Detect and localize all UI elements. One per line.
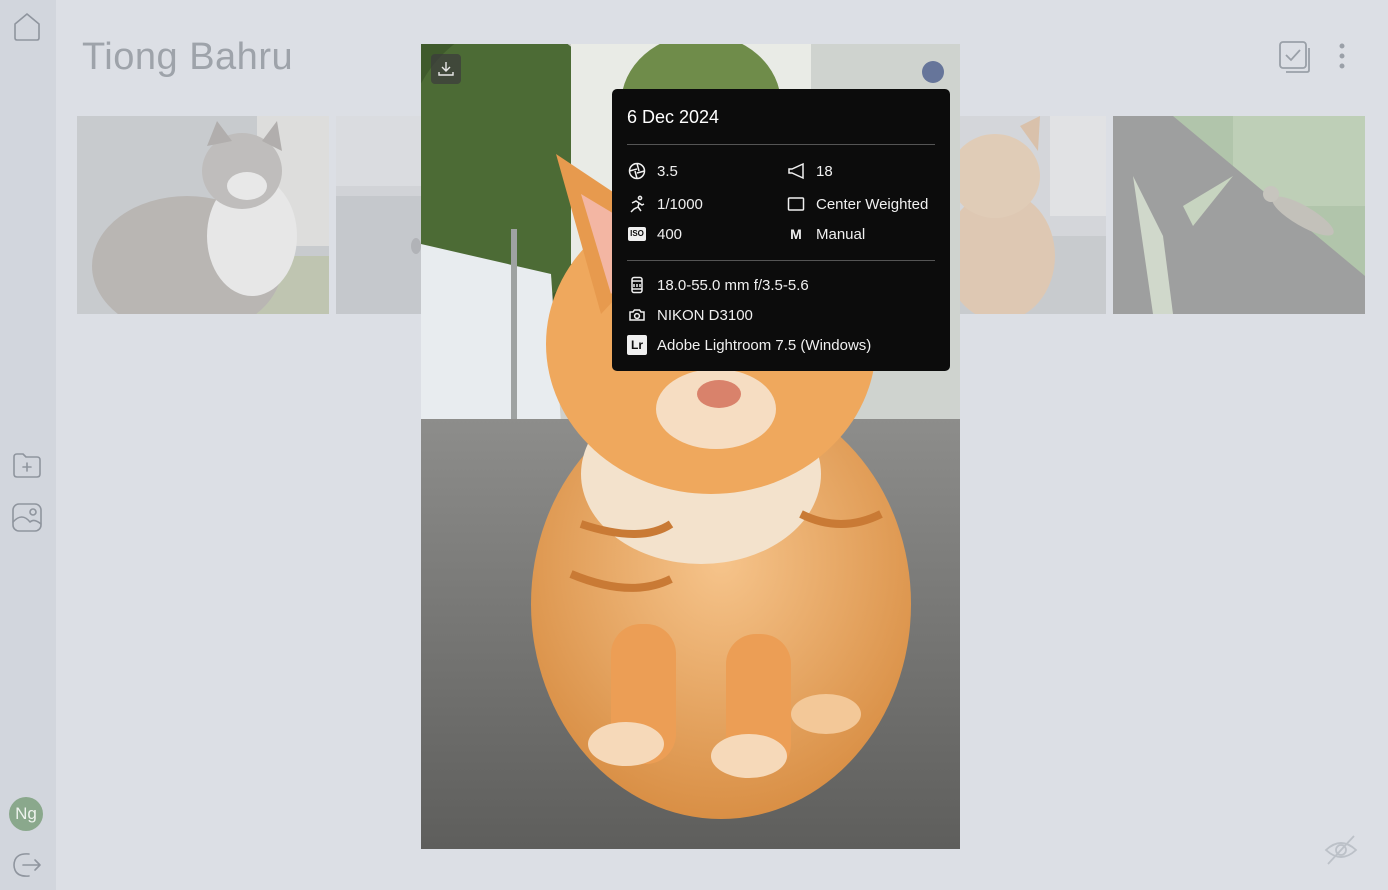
lens-value: 18.0-55.0 mm f/3.5-5.6 xyxy=(657,276,809,294)
sidebar: Ng xyxy=(0,0,56,890)
running-icon xyxy=(627,194,647,214)
focal-length-icon xyxy=(786,161,806,181)
iso-icon: ISO xyxy=(627,224,647,244)
select-button[interactable] xyxy=(1278,40,1312,79)
hide-button[interactable] xyxy=(1324,834,1358,871)
focal-length-value: 18 xyxy=(816,162,833,180)
page-title: Tiong Bahru xyxy=(82,36,294,78)
iso-value: 400 xyxy=(657,225,683,243)
select-checkbox-icon xyxy=(1279,41,1310,73)
lightroom-icon: Lr xyxy=(627,335,647,355)
software-value: Adobe Lightroom 7.5 (Windows) xyxy=(657,336,872,354)
camera-icon xyxy=(627,305,647,325)
eye-off-icon xyxy=(1324,835,1358,865)
divider xyxy=(627,144,935,145)
home-icon xyxy=(14,13,40,41)
aperture-icon xyxy=(627,161,647,181)
street-photo xyxy=(336,116,421,314)
metering-icon xyxy=(786,194,806,214)
download-button[interactable] xyxy=(431,54,461,84)
download-icon xyxy=(438,62,454,76)
more-vertical-icon xyxy=(1339,43,1345,69)
photo-date: 6 Dec 2024 xyxy=(627,107,720,127)
gallery-button[interactable] xyxy=(8,498,46,536)
camera-row: NIKON D3100 xyxy=(627,305,753,325)
metering-value: Center Weighted xyxy=(816,195,929,213)
photo-thumbnail[interactable] xyxy=(336,116,421,314)
exposure-mode-row: M Manual xyxy=(786,224,865,244)
info-toggle-button[interactable] xyxy=(922,61,944,83)
iso-row: ISO 400 xyxy=(627,224,682,244)
mode-icon: M xyxy=(790,226,802,242)
folder-plus-icon xyxy=(13,453,41,478)
new-album-button[interactable] xyxy=(8,446,46,484)
aperture-row: 3.5 xyxy=(627,161,678,181)
exposure-mode-value: Manual xyxy=(816,225,866,243)
photo-thumbnail[interactable] xyxy=(77,116,329,314)
lizard-photo xyxy=(1113,116,1365,314)
photo-thumbnail[interactable] xyxy=(1113,116,1365,314)
avatar-initials: Ng xyxy=(15,804,37,823)
logout-icon xyxy=(13,853,41,877)
home-button[interactable] xyxy=(8,8,46,46)
divider xyxy=(627,260,935,261)
shutter-row: 1/1000 xyxy=(627,194,703,214)
exif-info-panel: 6 Dec 2024 3.5 18 1/1000 Center Weighted… xyxy=(612,89,950,371)
grey-cat-photo xyxy=(77,116,329,314)
software-row: Lr Adobe Lightroom 7.5 (Windows) xyxy=(627,335,871,355)
camera-value: NIKON D3100 xyxy=(657,306,753,324)
avatar[interactable]: Ng xyxy=(9,797,43,831)
lens-row: 18.0-55.0 mm f/3.5-5.6 xyxy=(627,275,809,295)
photo-thumbnail[interactable] xyxy=(960,116,1106,314)
logout-button[interactable] xyxy=(8,846,46,884)
ginger-cat-photo xyxy=(960,116,1106,314)
focal-length-row: 18 xyxy=(786,161,833,181)
shutter-speed-value: 1/1000 xyxy=(657,195,703,213)
lens-icon xyxy=(627,275,647,295)
aperture-value: 3.5 xyxy=(657,162,678,180)
metering-row: Center Weighted xyxy=(786,194,928,214)
image-icon xyxy=(12,503,42,532)
more-options-button[interactable] xyxy=(1332,42,1352,77)
